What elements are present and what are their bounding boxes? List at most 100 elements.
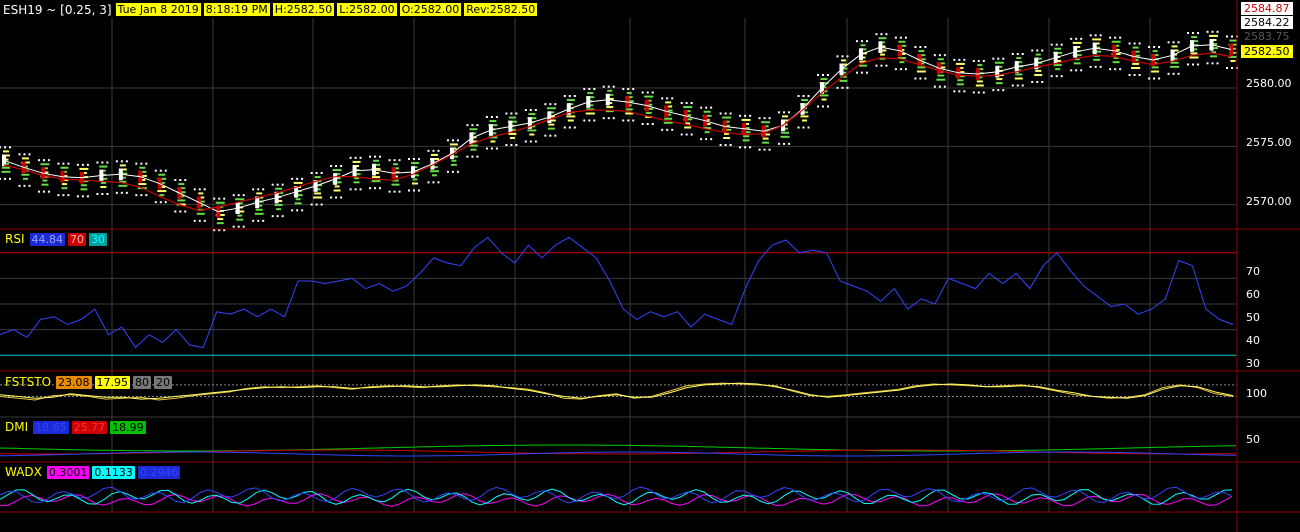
last-price-label: 2582.50 (1241, 45, 1293, 58)
lower-envelope-dot (510, 144, 513, 146)
upper-envelope-dot (1041, 49, 1044, 52)
lower-envelope-dot (252, 219, 255, 222)
lower-envelope-dot (749, 146, 752, 149)
upper-envelope-dot (47, 159, 50, 162)
volume-tick (1, 170, 11, 173)
lower-envelope-dot (446, 170, 449, 173)
volume-tick (1132, 46, 1139, 49)
lower-envelope-dot (106, 193, 109, 195)
lower-envelope-dot (841, 86, 844, 89)
upper-envelope-dot (972, 60, 975, 62)
upper-envelope-dot (4, 146, 6, 149)
wadx-legend: WADX 0.3001 0.1133 0.2946 (5, 465, 183, 479)
lower-envelope-dot (335, 196, 338, 199)
lower-envelope-dot (57, 194, 60, 197)
rsi-tick: 50 (1246, 311, 1260, 324)
lower-envelope-dot (661, 128, 664, 131)
volume-tick (1171, 45, 1178, 48)
upper-envelope-dot (198, 188, 201, 191)
upper-envelope-dot (159, 169, 162, 172)
lower-envelope-dot (1177, 72, 1180, 75)
volume-tick (1170, 65, 1180, 68)
upper-envelope-dot (1114, 36, 1117, 39)
price-ref-label: 2583.75 (1241, 30, 1293, 43)
date-label: Tue Jan 8 2019 (115, 3, 201, 16)
volume-tick (1191, 36, 1198, 39)
lower-envelope-dot (1172, 72, 1175, 75)
upper-envelope-dot (393, 159, 396, 162)
upper-envelope-dot (602, 85, 605, 88)
dmi-minus-badge: 25.77 (71, 420, 108, 434)
lower-envelope-dot (544, 134, 547, 137)
price-tick: 2575.00 (1246, 136, 1292, 149)
volume-tick (118, 184, 128, 187)
upper-envelope-dot (203, 188, 206, 191)
volume-tick (587, 92, 594, 95)
upper-envelope-dot (1036, 49, 1039, 52)
volume-tick (977, 64, 983, 67)
lower-envelope-dot (899, 68, 902, 71)
volume-tick (373, 159, 380, 162)
upper-envelope-dot (568, 95, 571, 97)
volume-tick (450, 163, 457, 166)
lower-envelope-dot (466, 155, 469, 158)
volume-tick (644, 95, 654, 98)
volume-tick (1055, 68, 1061, 71)
upper-envelope-dot (320, 172, 323, 174)
volume-tick (235, 198, 245, 201)
volume-tick (956, 83, 964, 86)
upper-envelope-dot (276, 183, 279, 186)
lower-envelope-dot (1187, 63, 1190, 66)
upper-envelope-dot (1011, 53, 1014, 55)
volume-tick (3, 150, 9, 153)
lower-envelope-dot (281, 215, 284, 218)
upper-envelope-dot (763, 117, 766, 120)
lower-envelope-dot (296, 209, 299, 212)
lower-envelope-dot (700, 138, 703, 141)
volume-tick (742, 139, 750, 142)
volume-tick (217, 218, 224, 221)
upper-envelope-dot (758, 117, 761, 120)
upper-envelope-dot (369, 155, 372, 158)
upper-envelope-dot (749, 114, 752, 117)
lower-envelope-dot (179, 210, 182, 213)
upper-envelope-dot (1031, 49, 1034, 52)
open-label: O:2582.00 (399, 3, 462, 16)
volume-tick (585, 112, 595, 115)
volume-tick (216, 222, 224, 225)
volume-tick (1131, 67, 1141, 69)
upper-envelope-dot (1133, 42, 1136, 45)
lower-envelope-dot (1216, 62, 1219, 65)
volume-tick (352, 160, 361, 163)
upper-envelope-dot (1094, 34, 1097, 37)
lower-envelope-dot (593, 119, 596, 122)
volume-tick (546, 107, 556, 110)
upper-envelope-dot (310, 172, 313, 174)
rsi-tick: 30 (1246, 357, 1260, 370)
lower-envelope-dot (135, 194, 138, 197)
lower-envelope-dot (924, 77, 927, 80)
volume-tick (80, 188, 88, 191)
lower-envelope-dot (671, 128, 674, 131)
volume-tick (294, 202, 302, 205)
upper-envelope-dot (388, 159, 391, 162)
lower-envelope-dot (1016, 84, 1019, 87)
upper-envelope-dot (140, 162, 143, 165)
lower-envelope-dot (393, 190, 396, 193)
fststo-upper-badge: 80 (133, 375, 152, 389)
lower-envelope-dot (1060, 75, 1063, 78)
volume-tick (665, 101, 672, 104)
upper-envelope-dot (641, 91, 644, 94)
volume-tick (741, 118, 751, 121)
trading-chart[interactable] (0, 0, 1300, 532)
volume-tick (313, 196, 323, 199)
lower-envelope-dot (86, 195, 89, 198)
volume-tick (722, 116, 732, 119)
symbol-label[interactable]: ESH19 ~ [0.25, 3] (3, 3, 112, 17)
volume-tick (275, 187, 283, 190)
volume-tick (295, 198, 301, 201)
upper-envelope-dot (0, 146, 1, 149)
upper-envelope-dot (1055, 43, 1058, 46)
upper-envelope-dot (899, 36, 902, 39)
upper-envelope-dot (154, 169, 157, 172)
